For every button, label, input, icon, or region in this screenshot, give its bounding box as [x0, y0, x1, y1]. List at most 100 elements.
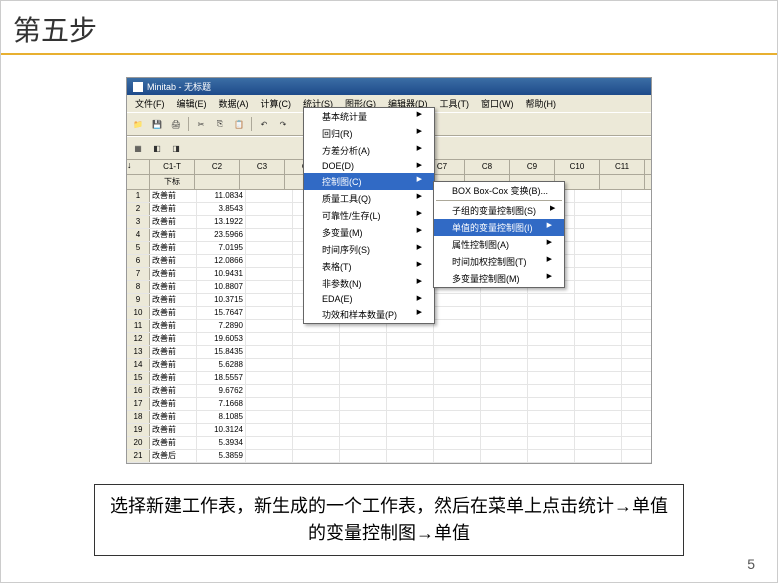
cell[interactable] [340, 463, 387, 464]
cell[interactable]: 5.3934 [197, 437, 246, 449]
cell[interactable] [528, 463, 575, 464]
cell[interactable]: 改善前 [150, 242, 197, 254]
table-row[interactable]: 17改善前7.1668 [127, 398, 651, 411]
menu-item[interactable]: 单值的变量控制图(I)▶ [434, 219, 564, 236]
cell[interactable]: 改善前 [150, 424, 197, 436]
column-header[interactable]: C12 [645, 160, 652, 174]
cell[interactable] [575, 242, 622, 254]
cell[interactable]: 7.0195 [197, 242, 246, 254]
cell[interactable] [434, 307, 481, 319]
cell[interactable] [575, 294, 622, 306]
cell[interactable] [575, 268, 622, 280]
menu-item[interactable]: 属性控制图(A)▶ [434, 236, 564, 253]
menu-item[interactable]: 文件(F) [129, 96, 171, 111]
cell[interactable] [246, 229, 293, 241]
cell[interactable] [528, 424, 575, 436]
cell[interactable] [622, 463, 651, 464]
table-row[interactable]: 14改善前5.6288 [127, 359, 651, 372]
cell[interactable] [246, 359, 293, 371]
cell[interactable]: 11.0834 [197, 190, 246, 202]
cell[interactable] [434, 424, 481, 436]
cell[interactable] [246, 242, 293, 254]
cell[interactable]: 5.3859 [197, 450, 246, 462]
cell[interactable]: 7.2890 [197, 320, 246, 332]
cell[interactable]: 19.6053 [197, 333, 246, 345]
cell[interactable] [434, 320, 481, 332]
table-row[interactable]: 12改善前19.6053 [127, 333, 651, 346]
menu-item[interactable]: 表格(T)▶ [304, 258, 434, 275]
cell[interactable] [575, 229, 622, 241]
cell[interactable] [434, 437, 481, 449]
menu-item[interactable]: 质量工具(Q)▶ [304, 190, 434, 207]
menu-item[interactable]: 工具(T) [434, 96, 476, 111]
menu-item[interactable]: 多变量控制图(M)▶ [434, 270, 564, 287]
paste-icon[interactable]: 📋 [230, 115, 248, 133]
cell[interactable] [622, 242, 651, 254]
cell[interactable] [622, 346, 651, 358]
cell[interactable] [575, 411, 622, 423]
cell[interactable] [575, 307, 622, 319]
cell[interactable] [575, 398, 622, 410]
table-row[interactable]: 18改善前8.1085 [127, 411, 651, 424]
cell[interactable]: 改善前 [150, 203, 197, 215]
cell[interactable] [293, 463, 340, 464]
cell[interactable] [575, 359, 622, 371]
cell[interactable] [434, 333, 481, 345]
cell[interactable]: 15.8435 [197, 346, 246, 358]
cell[interactable] [340, 333, 387, 345]
cell[interactable] [575, 346, 622, 358]
cell[interactable] [528, 294, 575, 306]
cell[interactable]: 13.1922 [197, 216, 246, 228]
menu-item[interactable]: 编辑(E) [171, 96, 213, 111]
cell[interactable]: 改善前 [150, 372, 197, 384]
cell[interactable] [622, 333, 651, 345]
table-row[interactable]: 21改善后5.3859 [127, 450, 651, 463]
cell[interactable] [622, 424, 651, 436]
cell[interactable] [246, 463, 293, 464]
cell[interactable] [340, 411, 387, 423]
table-row[interactable]: 16改善前9.6762 [127, 385, 651, 398]
cell[interactable] [481, 320, 528, 332]
cell[interactable] [340, 398, 387, 410]
cell[interactable] [246, 333, 293, 345]
menu-item[interactable]: 窗口(W) [475, 96, 520, 111]
cell[interactable]: 改善前 [150, 398, 197, 410]
cell[interactable] [387, 463, 434, 464]
cell[interactable]: 改善前 [150, 333, 197, 345]
cell[interactable]: 改善后 [150, 450, 197, 462]
table-row[interactable]: 15改善前18.5557 [127, 372, 651, 385]
cell[interactable]: 23.5966 [197, 229, 246, 241]
cell[interactable] [481, 411, 528, 423]
cell[interactable] [340, 450, 387, 462]
cell[interactable] [481, 307, 528, 319]
cell[interactable] [246, 385, 293, 397]
cell[interactable] [434, 346, 481, 358]
cell[interactable] [528, 333, 575, 345]
cell[interactable] [481, 450, 528, 462]
cell[interactable] [575, 463, 622, 464]
menu-item[interactable]: 可靠性/生存(L)▶ [304, 207, 434, 224]
menu-item[interactable]: 非参数(N)▶ [304, 275, 434, 292]
menu-item[interactable]: 功效和样本数量(P)▶ [304, 306, 434, 323]
cell[interactable] [387, 359, 434, 371]
cell[interactable] [246, 203, 293, 215]
tool-icon[interactable]: ◧ [148, 139, 166, 157]
cell[interactable] [340, 372, 387, 384]
cell[interactable] [387, 372, 434, 384]
cell[interactable] [622, 229, 651, 241]
column-label[interactable] [195, 175, 240, 189]
cell[interactable] [622, 190, 651, 202]
column-header[interactable]: C1-T [150, 160, 195, 174]
cell[interactable] [575, 281, 622, 293]
stat-menu[interactable]: 基本统计量▶回归(R)▶方差分析(A)▶DOE(D)▶控制图(C)▶质量工具(Q… [303, 107, 435, 324]
cell[interactable] [528, 450, 575, 462]
cell[interactable] [575, 203, 622, 215]
cell[interactable] [622, 281, 651, 293]
column-label[interactable] [240, 175, 285, 189]
cell[interactable] [481, 359, 528, 371]
redo-icon[interactable]: ↷ [274, 115, 292, 133]
cell[interactable] [622, 294, 651, 306]
cell[interactable] [481, 385, 528, 397]
column-header[interactable]: C3 [240, 160, 285, 174]
cell[interactable] [340, 346, 387, 358]
